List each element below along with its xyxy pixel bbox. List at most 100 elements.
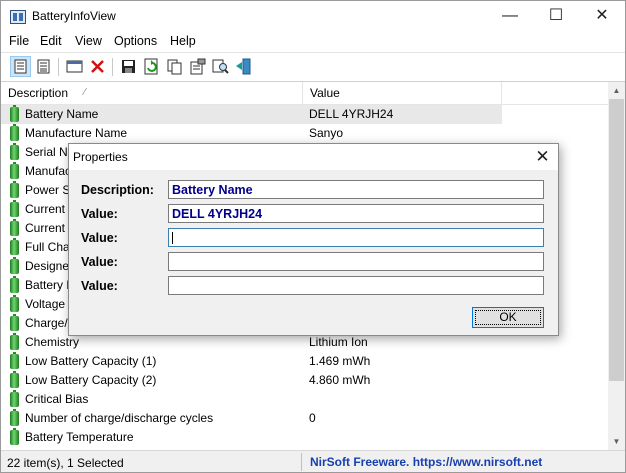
- minimize-button[interactable]: —: [487, 1, 533, 32]
- row-value: DELL 4YRJH24: [309, 107, 394, 121]
- value-field-value: DELL 4YRJH24: [172, 207, 263, 221]
- row-value: 0: [309, 411, 316, 425]
- battery-icon: [10, 314, 19, 331]
- maximize-button[interactable]: ☐: [533, 1, 579, 32]
- value-label: Value:: [81, 207, 118, 221]
- battery-icon: [10, 409, 19, 426]
- table-row[interactable]: Manufacture Name Sanyo: [1, 124, 608, 143]
- row-description: Power St: [25, 183, 74, 197]
- table-row[interactable]: Battery Temperature: [1, 428, 608, 447]
- table-row[interactable]: Number of charge/discharge cycles 0: [1, 409, 608, 428]
- row-value: Sanyo: [309, 126, 344, 140]
- save-icon[interactable]: [119, 57, 138, 76]
- menu-edit[interactable]: Edit: [40, 34, 62, 48]
- battery-icon: [10, 428, 19, 445]
- copy-icon[interactable]: [165, 57, 184, 76]
- toolbar-separator: [112, 58, 113, 76]
- table-row[interactable]: Critical Bias: [1, 390, 608, 409]
- battery-icon: [10, 390, 19, 407]
- focus-ring: [475, 310, 541, 325]
- row-value: 1.469 mWh: [309, 354, 371, 368]
- value-field[interactable]: [168, 276, 544, 295]
- row-description: Charge/I: [25, 316, 72, 330]
- row-description: Battery Name: [25, 107, 99, 121]
- find-icon[interactable]: [211, 57, 230, 76]
- exit-icon[interactable]: [234, 57, 253, 76]
- dialog-title: Properties: [73, 150, 128, 164]
- row-description: Serial Nu: [25, 145, 75, 159]
- battery-icon: [10, 105, 19, 122]
- column-header-value-label: Value: [310, 86, 340, 100]
- toolbar-separator: [58, 58, 59, 76]
- column-header-description-label: Description: [8, 86, 69, 100]
- title-bar: BatteryInfoView — ☐ ✕: [1, 1, 625, 32]
- row-description: Current: [25, 221, 66, 235]
- row-description: Low Battery Capacity (1): [25, 354, 157, 368]
- scroll-down-arrow-icon[interactable]: ▼: [608, 433, 625, 450]
- table-row[interactable]: Low Battery Capacity (1) 1.469 mWh: [1, 352, 608, 371]
- delete-icon[interactable]: [88, 57, 107, 76]
- view-properties-icon[interactable]: [10, 56, 31, 77]
- scrollbar-thumb[interactable]: [609, 99, 624, 381]
- row-value: 4.860 mWh: [309, 373, 371, 387]
- description-field[interactable]: Battery Name: [168, 180, 544, 199]
- battery-icon: [10, 238, 19, 255]
- scroll-up-arrow-icon[interactable]: ▲: [608, 82, 625, 99]
- dialog-title-bar: Properties ✕: [69, 144, 558, 170]
- menu-view[interactable]: View: [75, 34, 102, 48]
- description-field-value: Battery Name: [172, 183, 253, 197]
- dialog-close-button[interactable]: ✕: [527, 144, 558, 170]
- status-bar: 22 item(s), 1 Selected NirSoft Freeware.…: [1, 450, 625, 472]
- value-label: Value:: [81, 231, 118, 245]
- menu-file[interactable]: File: [9, 34, 29, 48]
- battery-icon: [10, 181, 19, 198]
- row-description: Low Battery Capacity (2): [25, 373, 157, 387]
- row-value: Lithium Ion: [309, 335, 368, 349]
- value-field[interactable]: [168, 252, 544, 271]
- value-label: Value:: [81, 255, 118, 269]
- battery-icon: [10, 143, 19, 160]
- battery-icon: [10, 295, 19, 312]
- column-header-value[interactable]: Value: [303, 82, 501, 104]
- table-row[interactable]: Battery Name DELL 4YRJH24: [1, 105, 608, 124]
- battery-icon: [10, 257, 19, 274]
- table-row[interactable]: Low Battery Capacity (2) 4.860 mWh: [1, 371, 608, 390]
- status-divider: [301, 453, 302, 471]
- ok-button[interactable]: OK: [472, 307, 544, 328]
- menu-options[interactable]: Options: [114, 34, 157, 48]
- properties-dialog: Properties ✕ Description: Battery Name V…: [68, 143, 559, 336]
- battery-icon: [10, 124, 19, 141]
- value-label: Value:: [81, 279, 118, 293]
- menu-help[interactable]: Help: [170, 34, 196, 48]
- battery-icon: [10, 276, 19, 293]
- battery-icon: [10, 352, 19, 369]
- row-description: Manufacture Name: [25, 126, 128, 140]
- value-field[interactable]: DELL 4YRJH24: [168, 204, 544, 223]
- row-description: Voltage: [25, 297, 66, 311]
- vertical-scrollbar[interactable]: ▲ ▼: [608, 82, 625, 450]
- refresh-icon[interactable]: [142, 57, 161, 76]
- html-report-icon[interactable]: [34, 57, 53, 76]
- window-title: BatteryInfoView: [32, 9, 116, 23]
- row-description: Current: [25, 202, 66, 216]
- battery-icon: [10, 371, 19, 388]
- row-description: Manufac: [25, 164, 72, 178]
- value-field[interactable]: [168, 228, 544, 247]
- battery-icon: [10, 200, 19, 217]
- select-all-icon[interactable]: [65, 57, 84, 76]
- battery-icon: [10, 162, 19, 179]
- description-label: Description:: [81, 183, 154, 197]
- close-button[interactable]: ✕: [579, 1, 625, 32]
- nirsoft-link[interactable]: NirSoft Freeware. https://www.nirsoft.ne…: [310, 455, 542, 469]
- properties-icon[interactable]: [188, 57, 207, 76]
- row-description: Battery Temperature: [25, 430, 134, 444]
- row-description: Chemistry: [25, 335, 80, 349]
- column-header-description[interactable]: Description ⁄: [1, 82, 302, 104]
- column-divider[interactable]: [501, 82, 502, 104]
- row-description: Number of charge/discharge cycles: [25, 411, 214, 425]
- sort-indicator-icon: ⁄: [84, 87, 86, 98]
- battery-icon: [10, 219, 19, 236]
- row-description: Critical Bias: [25, 392, 89, 406]
- status-item-count: 22 item(s), 1 Selected: [7, 456, 124, 470]
- row-description: Full Cha: [25, 240, 70, 254]
